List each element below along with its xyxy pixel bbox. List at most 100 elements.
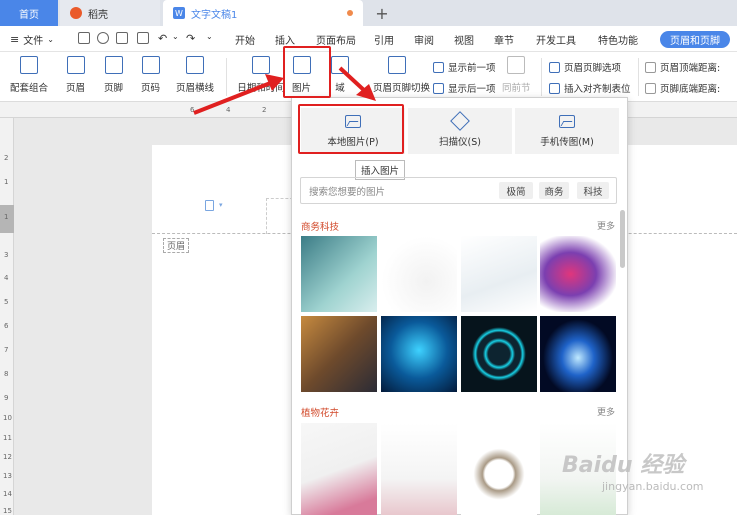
tag-technology[interactable]: 科技	[577, 182, 609, 199]
switch-icon	[388, 56, 406, 74]
header-tag: 页眉	[163, 238, 190, 253]
show-previous-label: 显示前一项	[448, 63, 496, 74]
tab-daoke[interactable]: 稻壳	[60, 0, 160, 26]
same-as-previous-button[interactable]: 同前节	[502, 56, 531, 94]
file-menu[interactable]: ≡ 文件 ⌄	[10, 32, 54, 47]
insert-align-tab-button[interactable]: 插入对齐制表位	[549, 81, 631, 95]
same-as-previous-label: 同前节	[502, 83, 531, 94]
footer-icon	[104, 56, 123, 74]
plus-icon: +	[375, 3, 389, 23]
ruler-number: 13	[3, 472, 12, 480]
menu-view[interactable]: 视图	[454, 32, 474, 47]
tab-document-label: 文字文稿1	[191, 9, 238, 21]
phone-transfer-button[interactable]: 手机传图(M)	[515, 108, 619, 154]
undo-dropdown-icon[interactable]: ⌄	[172, 32, 179, 41]
ruler-number: 12	[3, 453, 12, 461]
header-distance-icon	[645, 61, 656, 73]
menu-section[interactable]: 章节	[494, 32, 514, 47]
tab-document[interactable]: W 文字文稿1	[163, 0, 363, 26]
customize-quick-access-icon[interactable]: ⌄	[206, 32, 213, 41]
page-icon[interactable]	[205, 200, 214, 211]
show-next-icon	[433, 82, 444, 94]
combo-button[interactable]: 配套组合	[10, 56, 48, 94]
category-plants-flowers: 植物花卉	[301, 408, 340, 419]
ruler-number: 4	[226, 106, 231, 114]
header-line-button[interactable]: 页眉横线	[176, 56, 214, 94]
export-icon[interactable]	[97, 32, 109, 44]
tab-home[interactable]: 首页	[0, 0, 58, 26]
link-icon	[507, 56, 526, 74]
header-line-label: 页眉横线	[176, 83, 215, 94]
image-thumbnail[interactable]	[461, 316, 537, 392]
more-link[interactable]: 更多	[597, 405, 615, 418]
menu-page-layout[interactable]: 页面布局	[316, 32, 356, 47]
menu-header-footer-tab[interactable]: 页眉和页脚	[660, 31, 730, 48]
header-top-distance[interactable]: 页眉顶端距离:	[645, 60, 720, 74]
print-icon[interactable]	[116, 32, 128, 44]
vertical-ruler: 2 1 1 3 4 5 6 7 8 9 10 11 12 13 14 15	[0, 118, 14, 515]
hf-options-button[interactable]: 页眉页脚选项	[549, 60, 621, 74]
menu-review[interactable]: 审阅	[414, 32, 434, 47]
header-button[interactable]: 页眉	[66, 56, 85, 94]
picture-search-input[interactable]: 搜索您想要的图片 极简 商务 科技	[300, 177, 617, 204]
image-thumbnail[interactable]	[461, 423, 537, 515]
field-label: 域	[335, 83, 345, 94]
image-thumbnail[interactable]	[461, 236, 537, 312]
ruler-number: 1	[4, 178, 9, 186]
menu-features[interactable]: 特色功能	[598, 32, 638, 47]
image-thumbnail[interactable]	[301, 423, 377, 515]
caret-down-icon[interactable]: ▾	[219, 201, 223, 209]
new-tab-button[interactable]: +	[370, 0, 394, 26]
show-previous-button[interactable]: 显示前一项	[433, 60, 496, 74]
ruler-number: 8	[4, 370, 9, 378]
image-thumbnail[interactable]	[540, 316, 616, 392]
footer-bottom-distance-label: 页脚底端距离:	[660, 84, 721, 95]
ribbon-divider	[226, 58, 227, 96]
header-line-icon	[186, 56, 204, 74]
chevron-down-icon: ⌄	[47, 35, 54, 44]
menu-references[interactable]: 引用	[374, 32, 394, 47]
insert-align-tab-label: 插入对齐制表位	[564, 84, 631, 95]
page-number-icon	[141, 56, 160, 74]
writer-doc-icon: W	[173, 7, 185, 19]
local-picture-highlight	[298, 104, 404, 154]
tag-business[interactable]: 商务	[539, 182, 569, 199]
footer-bottom-distance[interactable]: 页脚底端距离:	[645, 81, 720, 95]
field-button[interactable]: 域	[331, 56, 349, 94]
picture-button-highlight	[283, 46, 331, 98]
image-thumbnail[interactable]	[301, 316, 377, 392]
panel-scrollbar[interactable]	[620, 210, 625, 268]
ruler-number: 11	[3, 434, 12, 442]
baidu-jingyan-url: jingyan.baidu.com	[602, 480, 704, 493]
show-next-button[interactable]: 显示后一项	[433, 81, 496, 95]
footer-button[interactable]: 页脚	[104, 56, 123, 94]
redo-icon[interactable]: ↷	[186, 32, 195, 45]
image-thumbnail[interactable]	[381, 423, 457, 515]
datetime-label: 日期和时间	[237, 83, 285, 94]
print-preview-icon[interactable]	[137, 32, 149, 44]
scanner-button[interactable]: 扫描仪(S)	[408, 108, 512, 154]
header-footer-switch-label: 页眉页脚切换	[372, 83, 430, 94]
menu-start[interactable]: 开始	[235, 32, 255, 47]
show-previous-icon	[433, 61, 444, 73]
menu-developer[interactable]: 开发工具	[536, 32, 576, 47]
menu-bar: ≡ 文件 ⌄ ↶ ⌄ ↷ ⌄ 开始 插入 页面布局 引用 审阅 视图 章节 开发…	[0, 26, 737, 52]
ruler-number: 15	[3, 507, 12, 515]
page-number-label: 页码	[141, 83, 161, 94]
header-footer-switch-button[interactable]: 页眉页脚切换	[352, 56, 430, 94]
phone-transfer-label: 手机传图(M)	[540, 136, 594, 148]
menu-insert[interactable]: 插入	[275, 32, 295, 47]
image-thumbnail[interactable]	[301, 236, 377, 312]
options-icon	[549, 61, 560, 73]
image-thumbnail[interactable]	[540, 236, 616, 312]
image-thumbnail[interactable]	[381, 316, 457, 392]
save-icon[interactable]	[78, 32, 90, 44]
page-number-button[interactable]: 页码	[141, 56, 160, 94]
datetime-button[interactable]: 日期和时间	[236, 56, 286, 94]
unsaved-dot-icon	[347, 10, 353, 16]
daoke-logo-icon	[70, 7, 82, 19]
image-thumbnail[interactable]	[381, 236, 457, 312]
tag-minimal[interactable]: 极简	[499, 182, 533, 199]
more-link[interactable]: 更多	[597, 219, 615, 232]
undo-icon[interactable]: ↶	[158, 32, 167, 45]
